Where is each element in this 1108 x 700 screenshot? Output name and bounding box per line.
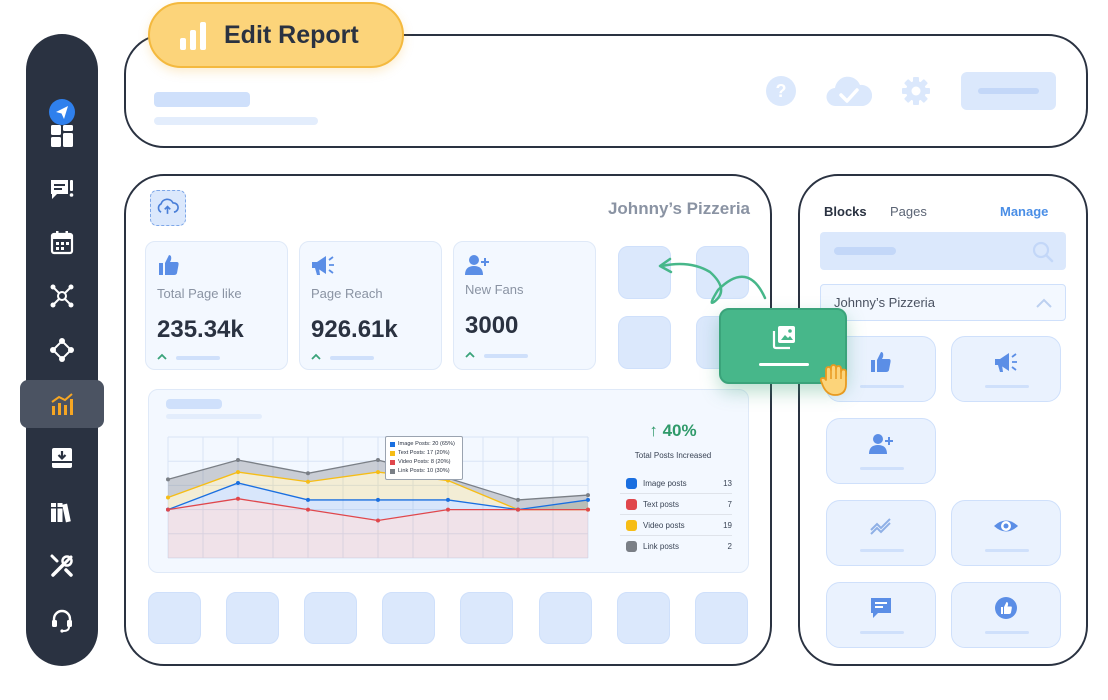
megaphone-icon — [995, 353, 1017, 372]
block-slot[interactable] — [304, 592, 357, 644]
block-slot[interactable] — [539, 592, 592, 644]
data-point — [446, 507, 450, 512]
data-point — [236, 470, 240, 475]
tooltip-line: Video Posts: 8 (20%) — [398, 459, 451, 465]
search-placeholder — [834, 247, 896, 255]
data-point — [236, 457, 240, 462]
tooltip-line: Image Posts: 20 (65%) — [398, 441, 455, 447]
data-point — [236, 496, 240, 501]
legend-item: Image posts 13 — [626, 475, 732, 491]
manage-link[interactable]: Manage — [1000, 204, 1048, 219]
legend-count: 2 — [727, 541, 732, 551]
image-gallery-icon — [772, 326, 795, 350]
data-point — [166, 477, 170, 482]
trend-icon — [870, 518, 891, 535]
block-trend[interactable] — [826, 500, 936, 566]
block-slot[interactable] — [226, 592, 279, 644]
tooltip-line: Link Posts: 10 (30%) — [398, 468, 450, 474]
legend-item: Text posts 7 — [626, 496, 732, 512]
block-fans[interactable] — [826, 418, 936, 484]
legend-label: Image posts — [643, 478, 687, 488]
tooltip-line: Text Posts: 17 (20%) — [398, 450, 450, 456]
legend-label: Text posts — [643, 499, 680, 509]
legend-count: 13 — [723, 478, 732, 488]
block-views[interactable] — [951, 500, 1061, 566]
summary-caption: Total Posts Increased — [634, 451, 712, 460]
block-label-placeholder — [985, 385, 1029, 388]
block-slot[interactable] — [617, 592, 670, 644]
block-label-placeholder — [759, 363, 809, 366]
data-point — [376, 470, 380, 475]
block-label-placeholder — [860, 467, 904, 470]
tooltip-swatch — [390, 451, 395, 456]
block-label-placeholder — [860, 631, 904, 634]
legend-count: 7 — [727, 499, 732, 509]
tooltip-swatch — [390, 442, 395, 447]
data-point — [586, 497, 590, 502]
block-label-placeholder — [860, 549, 904, 552]
data-point — [306, 507, 310, 512]
data-point — [306, 471, 310, 476]
block-comments[interactable] — [826, 582, 936, 648]
page-select-value: Johnny’s Pizzeria — [834, 295, 935, 310]
data-point — [586, 507, 590, 512]
eye-icon — [994, 520, 1018, 532]
grab-hand-cursor-icon — [819, 364, 847, 396]
data-point — [586, 493, 590, 498]
legend-swatch — [626, 519, 637, 531]
tab-blocks[interactable]: Blocks — [824, 204, 867, 219]
block-label-placeholder — [985, 549, 1029, 552]
legend-item: Video posts 19 — [626, 517, 732, 533]
summary-change: ↑ 40% — [649, 421, 697, 440]
tooltip-swatch — [390, 460, 395, 465]
add-user-icon — [869, 434, 893, 454]
thumbs-up-icon — [871, 352, 891, 372]
data-point — [306, 479, 310, 484]
data-point — [516, 507, 520, 512]
block-slot[interactable] — [460, 592, 513, 644]
data-point — [166, 495, 170, 500]
data-point — [166, 507, 170, 512]
legend-item: Link posts 2 — [626, 538, 732, 554]
block-reach[interactable] — [951, 336, 1061, 402]
page-select[interactable]: Johnny’s Pizzeria — [820, 284, 1066, 321]
chart-tooltip: Image Posts: 20 (65%) Text Posts: 17 (20… — [385, 436, 463, 480]
data-point — [446, 497, 450, 502]
block-label-placeholder — [860, 385, 904, 388]
tab-pages[interactable]: Pages — [890, 204, 927, 219]
legend-label: Link posts — [643, 541, 680, 551]
like-circle-icon — [995, 597, 1017, 619]
search-icon[interactable] — [1032, 241, 1054, 263]
legend-divider — [620, 493, 732, 494]
tooltip-swatch — [390, 469, 395, 474]
block-slot[interactable] — [695, 592, 748, 644]
data-point — [236, 480, 240, 485]
data-point — [306, 497, 310, 502]
chevron-up-icon[interactable] — [1035, 296, 1053, 310]
legend-divider — [620, 535, 732, 536]
legend-swatch — [626, 498, 637, 510]
search-input[interactable] — [820, 232, 1066, 270]
data-point — [376, 497, 380, 502]
block-label-placeholder — [985, 631, 1029, 634]
data-point — [376, 518, 380, 523]
block-reactions[interactable] — [951, 582, 1061, 648]
data-point — [376, 457, 380, 462]
legend-swatch — [626, 477, 637, 489]
data-point — [516, 497, 520, 502]
block-slot[interactable] — [382, 592, 435, 644]
comment-icon — [871, 598, 891, 618]
block-slot[interactable] — [148, 592, 201, 644]
legend-label: Video posts — [643, 520, 685, 530]
legend-count: 19 — [723, 520, 732, 530]
legend-divider — [620, 514, 732, 515]
legend-swatch — [626, 540, 637, 552]
